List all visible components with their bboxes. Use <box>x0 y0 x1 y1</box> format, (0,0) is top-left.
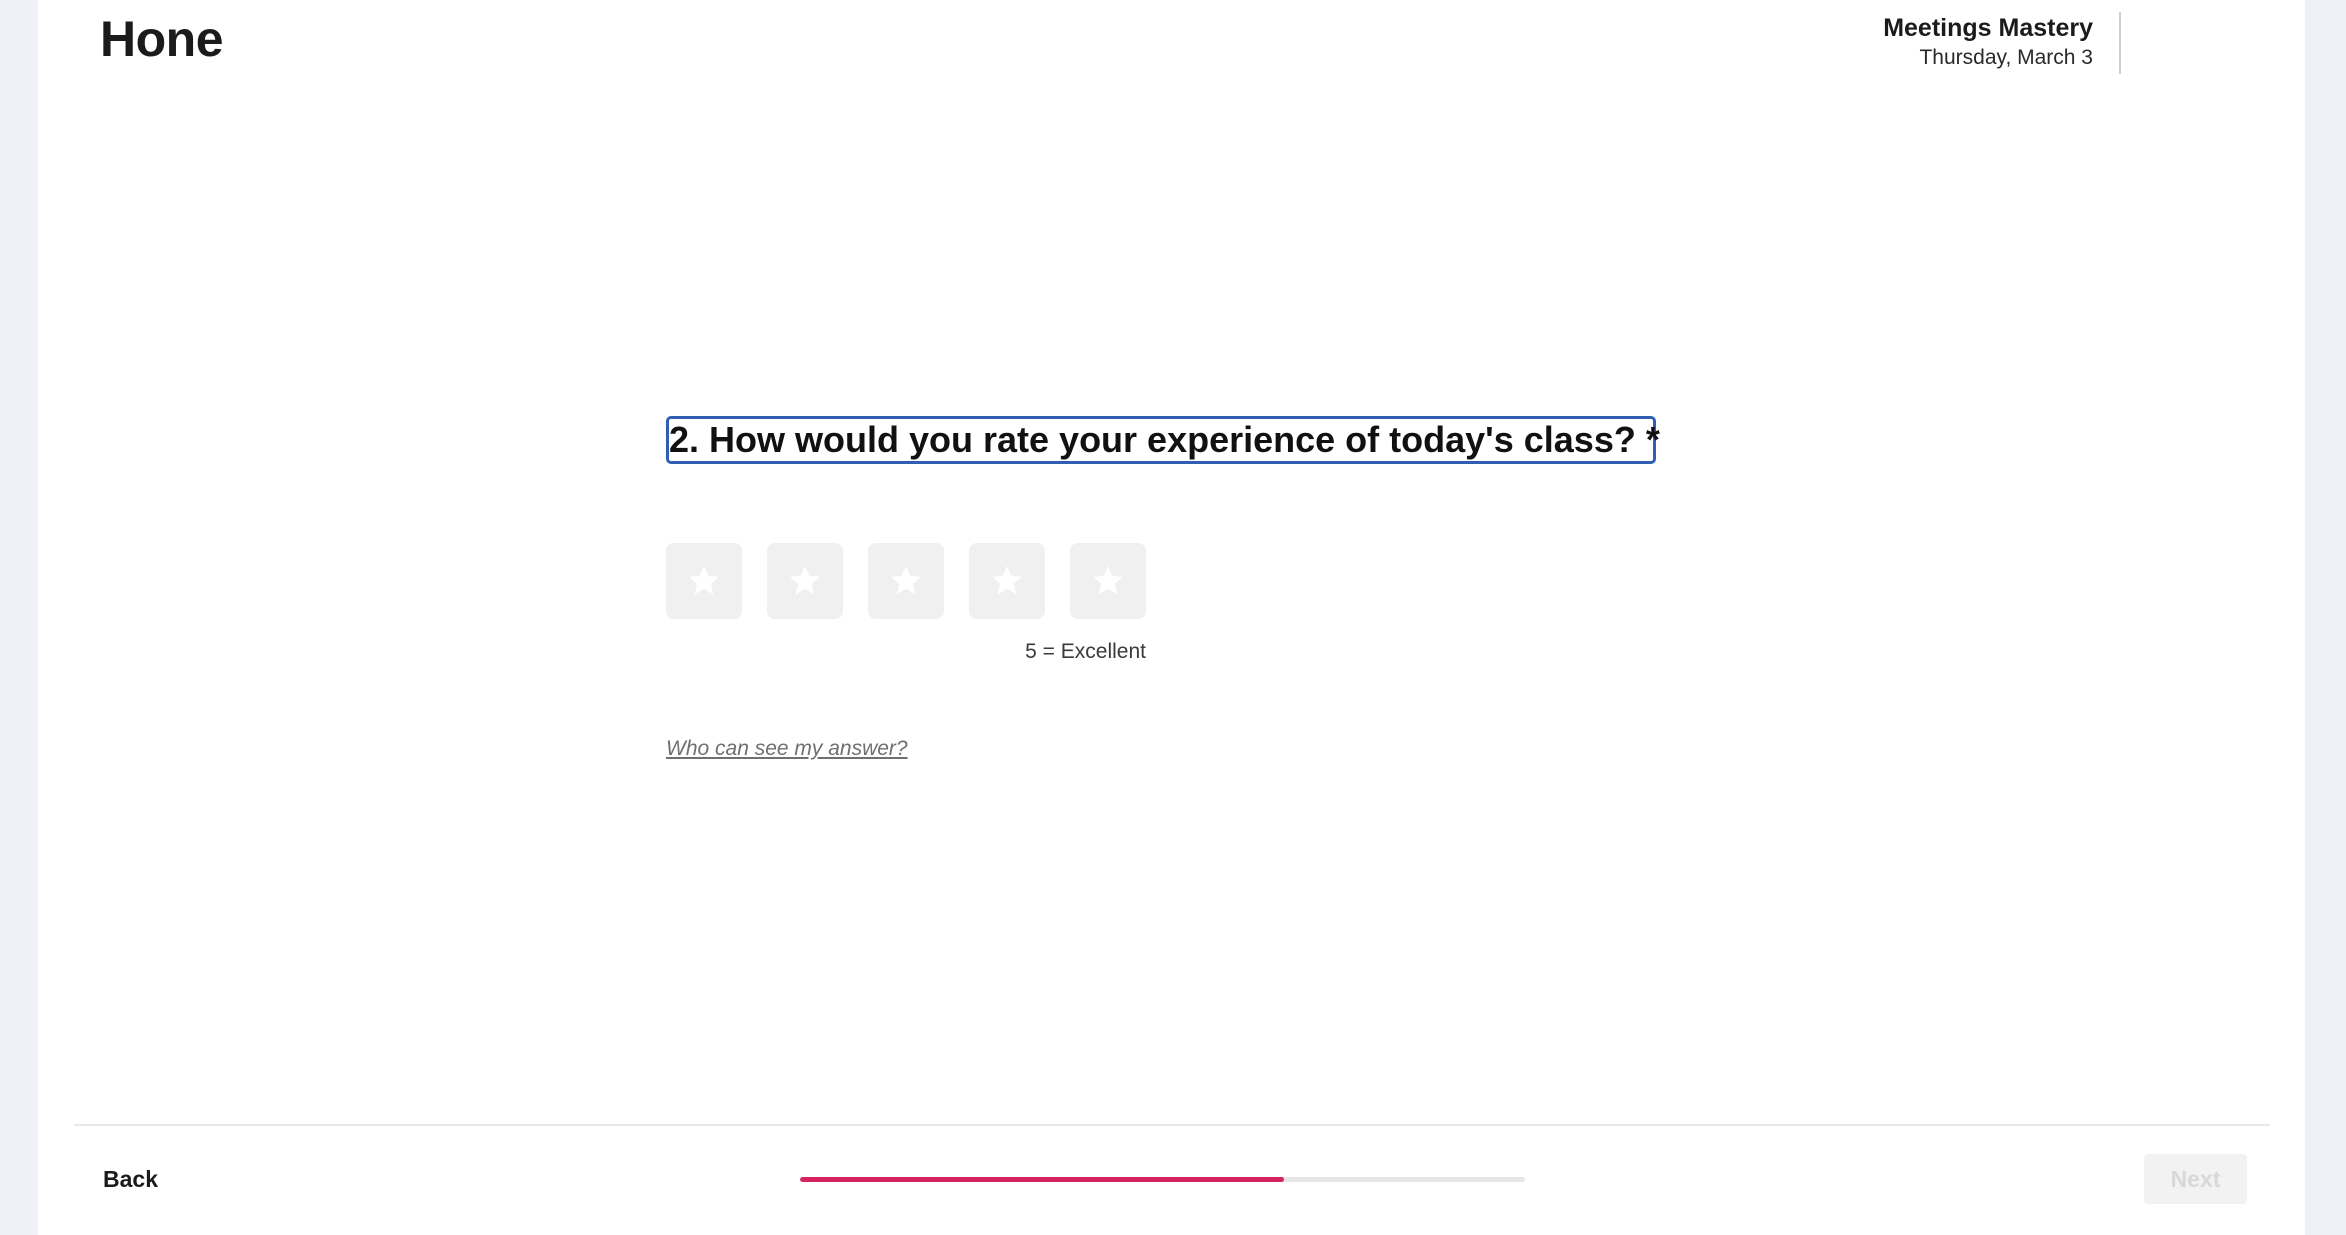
back-button[interactable]: Back <box>103 1166 158 1193</box>
star-rating <box>666 543 1146 619</box>
star-icon <box>1093 566 1123 595</box>
course-info: Meetings Mastery Thursday, March 3 <box>1883 12 2093 72</box>
star-icon <box>891 566 921 595</box>
star-icon <box>689 566 719 595</box>
hone-logo: Hone <box>100 11 224 67</box>
course-date: Thursday, March 3 <box>1919 46 2093 69</box>
header-divider <box>2119 12 2121 74</box>
question-title: 2. How would you rate your experience of… <box>666 416 1660 464</box>
rating-star-1-button[interactable] <box>666 543 742 619</box>
progress-fill <box>800 1177 1284 1182</box>
star-icon <box>992 566 1022 595</box>
survey-card: Hone Meetings Mastery Thursday, March 3 … <box>38 0 2305 1235</box>
course-title: Meetings Mastery <box>1883 14 2093 42</box>
rating-star-5-button[interactable] <box>1070 543 1146 619</box>
next-button[interactable]: Next <box>2144 1154 2247 1204</box>
rating-star-3-button[interactable] <box>868 543 944 619</box>
progress-bar <box>800 1177 1525 1182</box>
footer-divider <box>74 1124 2270 1126</box>
rating-star-4-button[interactable] <box>969 543 1045 619</box>
rating-star-2-button[interactable] <box>767 543 843 619</box>
privacy-info-link[interactable]: Who can see my answer? <box>666 737 908 761</box>
rating-scale-label: 5 = Excellent <box>1025 640 1146 663</box>
star-icon <box>790 566 820 595</box>
